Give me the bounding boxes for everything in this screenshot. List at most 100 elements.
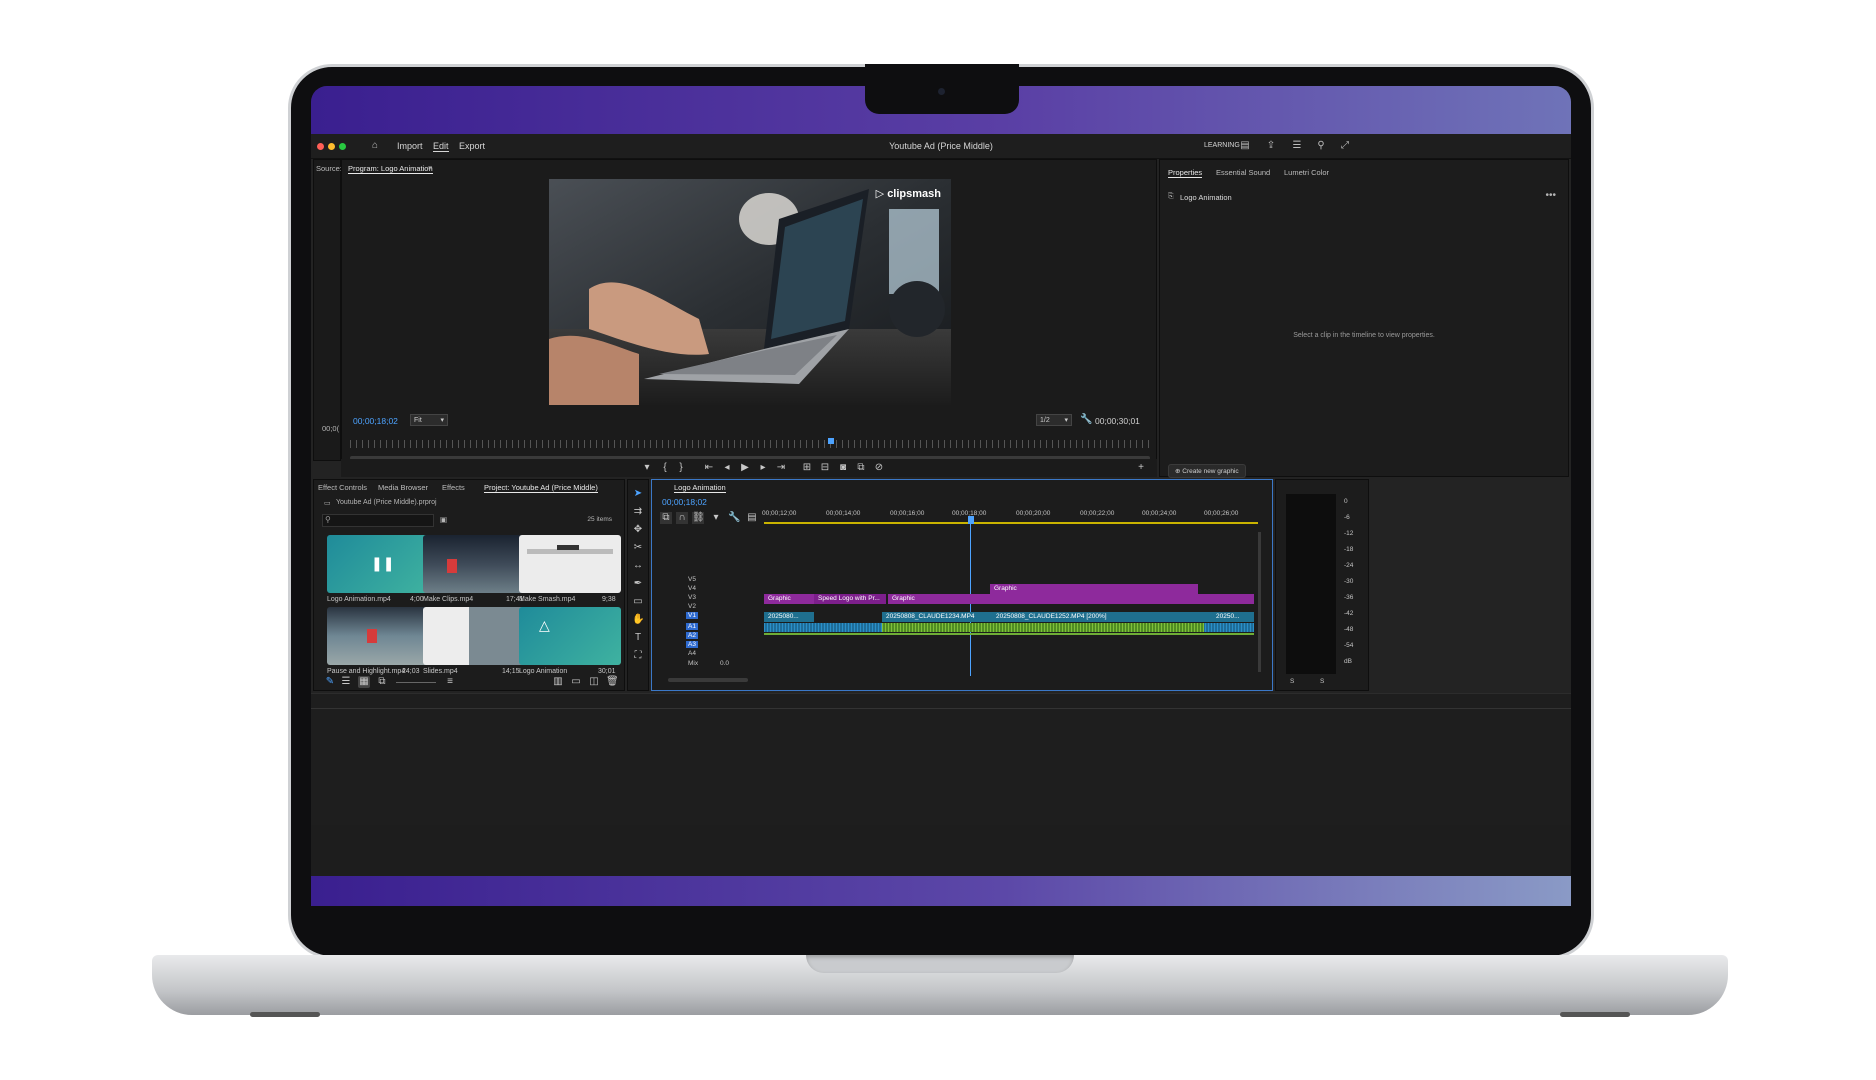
tab-essential-sound[interactable]: Essential Sound: [1216, 168, 1270, 177]
pen-tool-icon[interactable]: ✒: [632, 578, 644, 590]
play-icon[interactable]: ▶: [739, 462, 751, 474]
thumbnail-size-slider[interactable]: [396, 682, 436, 683]
meter-solo-left[interactable]: S: [1290, 678, 1294, 685]
track-a3[interactable]: A3: [686, 641, 698, 648]
add-marker-icon[interactable]: ▾: [710, 512, 722, 524]
timeline-zoom-scrollbar[interactable]: [668, 678, 748, 682]
resolution-dropdown[interactable]: 1/2 ▾: [1036, 414, 1072, 426]
tab-media-browser[interactable]: Media Browser: [378, 483, 428, 492]
remix-tool-icon[interactable]: ⛶: [632, 650, 644, 662]
freeform-view-icon[interactable]: ⧉: [376, 676, 388, 688]
track-select-tool-icon[interactable]: ⇉: [632, 506, 644, 518]
step-forward-icon[interactable]: ▸: [757, 462, 769, 474]
work-area-bar[interactable]: [764, 522, 1258, 524]
overwrite-icon[interactable]: ⊟: [819, 462, 831, 474]
program-current-timecode[interactable]: 00;00;18;02: [353, 416, 398, 426]
captions-icon[interactable]: ▤: [746, 512, 758, 524]
razor-tool-icon[interactable]: ✂: [632, 542, 644, 554]
share-icon[interactable]: ⇪: [1265, 140, 1277, 152]
search-icon[interactable]: ⚲: [1315, 140, 1327, 152]
clip-v1-b[interactable]: 20250808_CLAUDE1234.MP4: [882, 612, 992, 622]
clip-v1-c[interactable]: 20250808_CLAUDE1252.MP4 [200%]: [992, 612, 1212, 622]
nest-icon[interactable]: ⧉: [660, 512, 672, 524]
timeline-vertical-scrollbar[interactable]: [1258, 532, 1261, 672]
thumb-make-clips[interactable]: [423, 535, 525, 593]
track-mix-value[interactable]: 0.0: [720, 660, 729, 667]
thumb-pause-and-highlight[interactable]: [327, 607, 429, 665]
tab-lumetri-color[interactable]: Lumetri Color: [1284, 168, 1329, 177]
thumb-slides[interactable]: [423, 607, 525, 665]
mark-out-icon[interactable]: }: [675, 462, 687, 474]
timeline-settings-icon[interactable]: 🔧: [728, 512, 740, 524]
track-v2[interactable]: V2: [688, 603, 696, 610]
go-to-out-icon[interactable]: ⇥: [775, 462, 787, 474]
timeline-tab[interactable]: Logo Animation: [674, 483, 726, 493]
tab-effect-controls[interactable]: Effect Controls: [318, 483, 367, 492]
snap-icon[interactable]: ∩: [676, 512, 688, 524]
clip-v3-speed-logo[interactable]: Speed Logo with Pr...: [814, 594, 886, 604]
program-tab[interactable]: Program: Logo Animation: [348, 164, 433, 174]
thumb-logo-animation-mp4[interactable]: ❚❚: [327, 535, 429, 593]
add-button-icon[interactable]: +: [1135, 462, 1147, 474]
trash-icon[interactable]: 🗑: [606, 676, 619, 688]
track-v3[interactable]: V3: [688, 594, 696, 601]
list-view-icon[interactable]: ☰: [340, 676, 352, 688]
track-v1[interactable]: V1: [686, 612, 698, 619]
icon-view-icon[interactable]: ▦: [358, 676, 370, 688]
selection-tool-icon[interactable]: ➤: [632, 488, 644, 500]
tab-project[interactable]: Project: Youtube Ad (Price Middle): [484, 483, 598, 493]
marker-icon[interactable]: ▾: [641, 462, 653, 474]
step-back-icon[interactable]: ◂: [721, 462, 733, 474]
new-bin-icon[interactable]: ▣: [440, 515, 447, 524]
insert-icon[interactable]: ⊞: [801, 462, 813, 474]
thumb-ui-bar-dark: [557, 545, 579, 550]
rectangle-tool-icon[interactable]: ▭: [632, 596, 644, 608]
comparison-view-icon[interactable]: ⧉: [855, 462, 867, 474]
track-a4[interactable]: A4: [688, 650, 696, 657]
audio-waveform-a1-music[interactable]: [882, 623, 1204, 632]
export-frame-icon[interactable]: ◙: [837, 462, 849, 474]
meter-solo-right[interactable]: S: [1320, 678, 1324, 685]
workspaces-icon[interactable]: ▤: [1239, 140, 1251, 152]
type-tool-icon[interactable]: T: [632, 632, 644, 644]
timeline-playhead-handle[interactable]: [968, 516, 974, 524]
new-bin-button-icon[interactable]: ▭: [570, 676, 582, 688]
tab-properties[interactable]: Properties: [1168, 168, 1203, 178]
timeline-timecode[interactable]: 00;00;18;02: [662, 497, 707, 507]
program-time-ruler[interactable]: [350, 440, 1150, 448]
pen-icon[interactable]: ✎: [324, 676, 336, 688]
automate-icon[interactable]: ▥: [552, 676, 564, 688]
more-options-icon[interactable]: •••: [1545, 190, 1556, 201]
panels-menu-icon[interactable]: ☰: [1291, 140, 1303, 152]
create-new-graphic-button[interactable]: ⊕ Create new graphic: [1168, 464, 1246, 478]
program-menu-icon[interactable]: ≡: [428, 163, 432, 172]
vr-icon[interactable]: ⊘: [873, 462, 885, 474]
fit-dropdown[interactable]: Fit ▾: [410, 414, 448, 426]
properties-item-name: Logo Animation: [1180, 193, 1232, 202]
clip-v4-graphic[interactable]: Graphic: [990, 584, 1198, 594]
track-v4[interactable]: V4: [688, 585, 696, 592]
mark-in-icon[interactable]: {: [659, 462, 671, 474]
sort-icon[interactable]: ≡: [444, 676, 456, 688]
track-a1[interactable]: A1: [686, 623, 698, 630]
clip-v1-a[interactable]: 2025080...: [764, 612, 814, 622]
clip-v1-d[interactable]: 20250...: [1212, 612, 1254, 622]
linked-selection-icon[interactable]: ⛓: [692, 512, 705, 524]
slip-tool-icon[interactable]: ↔: [632, 560, 644, 572]
wrench-icon[interactable]: 🔧: [1080, 414, 1092, 426]
track-a2[interactable]: A2: [686, 632, 698, 639]
thumb-logo-animation-seq[interactable]: △: [519, 607, 621, 665]
fullscreen-icon[interactable]: ⤢: [1339, 140, 1351, 152]
hand-tool-icon[interactable]: ✋: [632, 614, 644, 626]
ripple-edit-tool-icon[interactable]: ✥: [632, 524, 644, 536]
clip-v3-graphic-b[interactable]: Graphic: [888, 594, 1254, 604]
new-item-icon[interactable]: ◫: [588, 676, 600, 688]
workspace-label[interactable]: LEARNING: [1204, 142, 1240, 149]
tab-effects[interactable]: Effects: [442, 483, 465, 492]
clip-v3-graphic-a[interactable]: Graphic: [764, 594, 814, 604]
thumb-make-smash[interactable]: [519, 535, 621, 593]
project-search-input[interactable]: ⚲: [322, 514, 434, 527]
track-v5[interactable]: V5: [688, 576, 696, 583]
playhead-marker[interactable]: [828, 438, 834, 444]
go-to-in-icon[interactable]: ⇤: [703, 462, 715, 474]
